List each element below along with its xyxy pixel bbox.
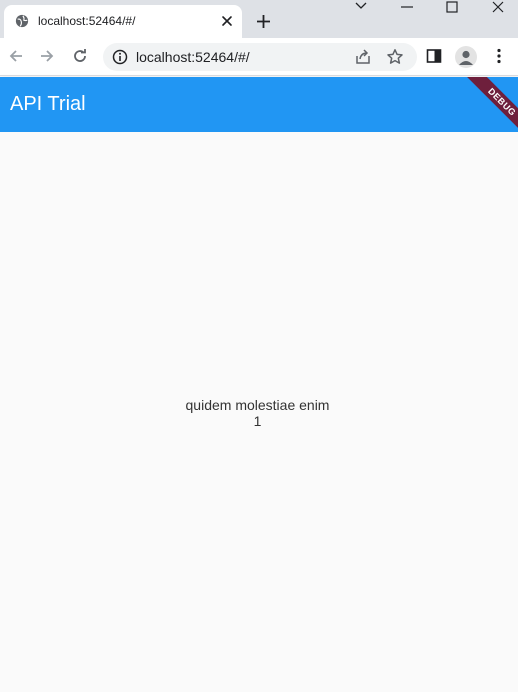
- back-arrow-icon[interactable]: [7, 47, 25, 65]
- minimize-icon[interactable]: [384, 0, 430, 15]
- app-title: API Trial: [10, 93, 86, 115]
- address-bar[interactable]: localhost:52464/#/: [103, 43, 417, 71]
- browser-tabstrip: localhost:52464/#/: [0, 0, 518, 38]
- close-icon[interactable]: [220, 14, 234, 28]
- bookmark-star-icon[interactable]: [386, 48, 404, 66]
- window-close-icon[interactable]: [474, 0, 518, 15]
- reload-icon[interactable]: [71, 47, 89, 65]
- tab-search-chevron-icon[interactable]: [338, 0, 384, 15]
- album-title-text: quidem molestiae enim: [185, 397, 330, 413]
- app-body: quidem molestiae enim 1: [0, 132, 518, 692]
- site-info-icon[interactable]: [112, 49, 128, 65]
- maximize-icon[interactable]: [429, 0, 475, 15]
- globe-icon: [15, 14, 29, 28]
- app-bar: API Trial DEBUG: [0, 77, 518, 132]
- album-id-text: 1: [253, 413, 262, 429]
- url-text[interactable]: localhost:52464/#/: [136, 49, 250, 65]
- tab-title: localhost:52464/#/: [38, 14, 136, 28]
- profile-avatar-icon[interactable]: [455, 46, 477, 68]
- share-icon[interactable]: [354, 48, 372, 66]
- side-panel-icon[interactable]: [425, 47, 443, 65]
- browser-toolbar: localhost:52464/#/: [0, 38, 518, 76]
- browser-tab[interactable]: localhost:52464/#/: [4, 5, 242, 38]
- forward-arrow-icon[interactable]: [38, 47, 56, 65]
- new-tab-plus-icon[interactable]: [255, 13, 272, 30]
- debug-banner: DEBUG: [465, 77, 518, 132]
- more-menu-icon[interactable]: [490, 47, 508, 65]
